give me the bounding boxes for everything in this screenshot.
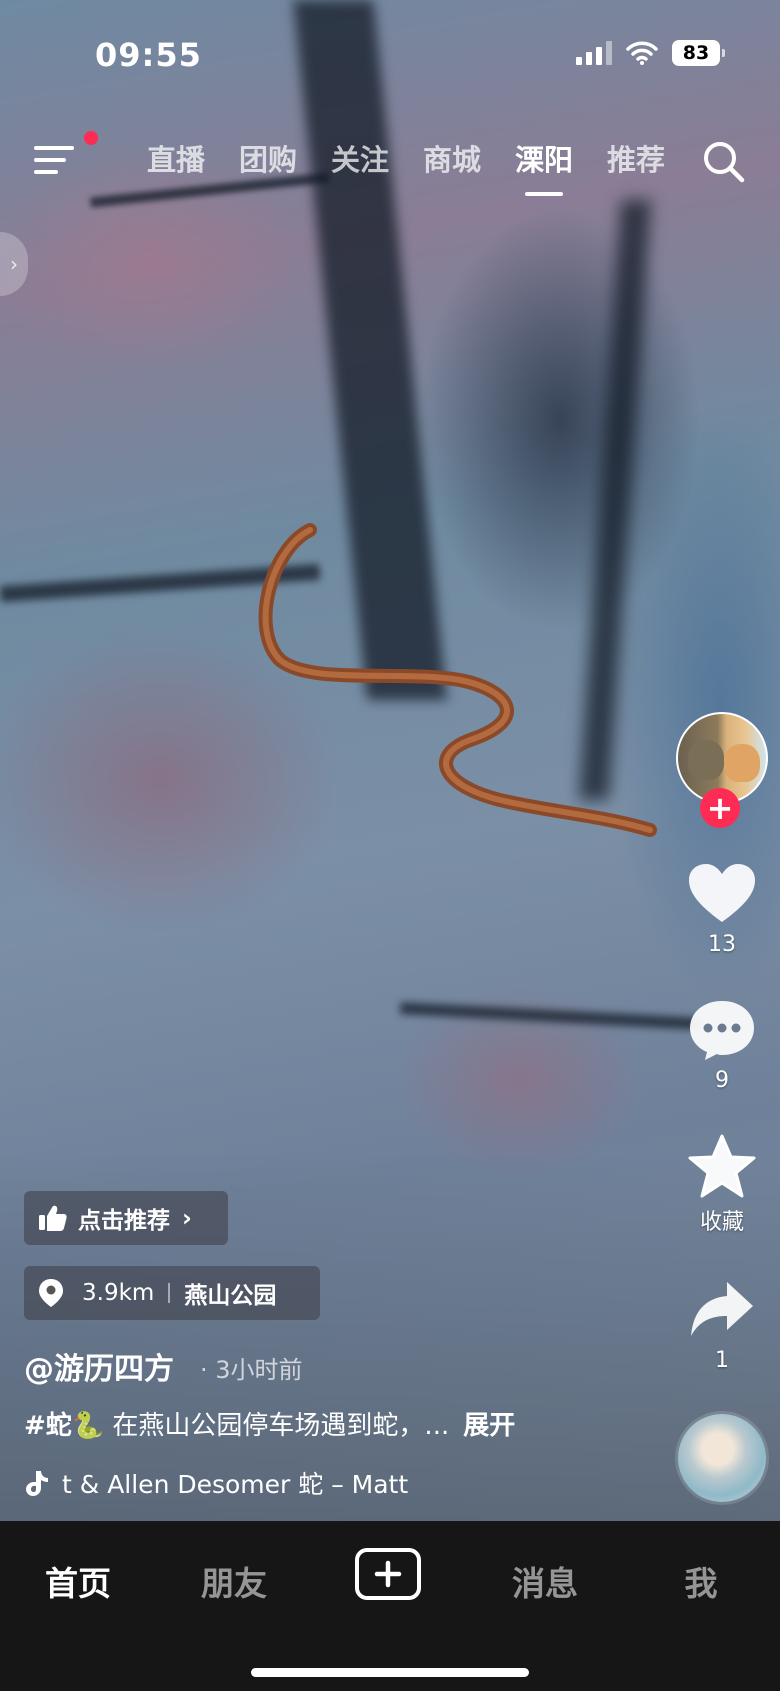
author-avatar-wrap: + (676, 712, 768, 828)
battery-icon: 83 (672, 40, 725, 66)
rock-crack (399, 1002, 701, 1030)
expand-button[interactable]: 展开 (463, 1411, 515, 1441)
recommend-label: 点击推荐 (78, 1208, 170, 1234)
notification-dot (84, 131, 98, 145)
music-note-icon (26, 1471, 48, 1496)
cat-image (688, 740, 724, 780)
top-tabs: 直播 团购 关注 商城 溧阳 推荐 (130, 140, 682, 196)
wifi-icon (626, 41, 658, 65)
chevron-right-icon: › (182, 1204, 192, 1232)
share-button[interactable]: 1 (676, 1278, 768, 1373)
tab-mall[interactable]: 商城 (406, 140, 498, 180)
tab-me[interactable]: 我 (651, 1557, 751, 1605)
favorite-label: 收藏 (699, 1210, 744, 1235)
tab-home[interactable]: 首页 (28, 1557, 128, 1605)
cat-image (724, 744, 760, 782)
cellular-signal-icon (576, 41, 612, 65)
comment-button[interactable]: 9 (676, 998, 768, 1093)
create-button[interactable] (355, 1548, 421, 1600)
location-pin-icon (39, 1279, 63, 1307)
music-title: t & Allen Desomer 蛇 – Matt (62, 1470, 409, 1499)
search-icon[interactable] (702, 140, 746, 184)
share-icon (691, 1282, 753, 1336)
hashtag-link[interactable]: #蛇🐍 (24, 1411, 104, 1441)
star-icon (688, 1134, 756, 1198)
like-button[interactable]: 13 (676, 862, 768, 957)
video-caption: #蛇🐍 在燕山公园停车场遇到蛇，... 展开 (24, 1405, 515, 1442)
caption-text: 在燕山公园停车场遇到蛇，... (104, 1411, 450, 1441)
divider (168, 1283, 171, 1303)
music-disc[interactable] (678, 1414, 766, 1502)
recommend-chip[interactable]: 点击推荐 › (24, 1191, 228, 1245)
status-icons: 83 (576, 40, 725, 66)
follow-button[interactable]: + (700, 788, 740, 828)
location-distance: 3.9km (82, 1280, 155, 1306)
music-info[interactable]: t & Allen Desomer 蛇 – Matt (24, 1465, 484, 1501)
menu-icon[interactable] (34, 144, 78, 176)
tab-following[interactable]: 关注 (314, 140, 406, 180)
status-time: 09:55 (95, 36, 202, 74)
location-chip[interactable]: 3.9km 燕山公园 (24, 1266, 320, 1320)
comment-count: 9 (715, 1068, 729, 1093)
favorite-button[interactable]: 收藏 (676, 1134, 768, 1236)
like-count: 13 (708, 932, 736, 957)
comment-icon (690, 1001, 754, 1060)
author-name[interactable]: @游历四方 (24, 1344, 174, 1388)
tab-messages[interactable]: 消息 (495, 1557, 595, 1605)
thumbs-up-icon (39, 1205, 67, 1231)
post-time: · 3小时前 (200, 1356, 303, 1384)
tab-recommended[interactable]: 推荐 (590, 140, 682, 180)
home-indicator (251, 1668, 529, 1677)
tab-live[interactable]: 直播 (130, 140, 222, 180)
bottom-tab-bar: 首页 朋友 消息 我 (0, 1521, 780, 1691)
tab-friends[interactable]: 朋友 (184, 1557, 284, 1605)
tab-group-buy[interactable]: 团购 (222, 140, 314, 180)
tab-local[interactable]: 溧阳 (498, 140, 590, 196)
heart-icon (689, 864, 755, 922)
location-name: 燕山公园 (184, 1283, 277, 1309)
plus-icon (374, 1560, 402, 1588)
share-count: 1 (715, 1348, 729, 1373)
snake-image (258, 523, 657, 837)
